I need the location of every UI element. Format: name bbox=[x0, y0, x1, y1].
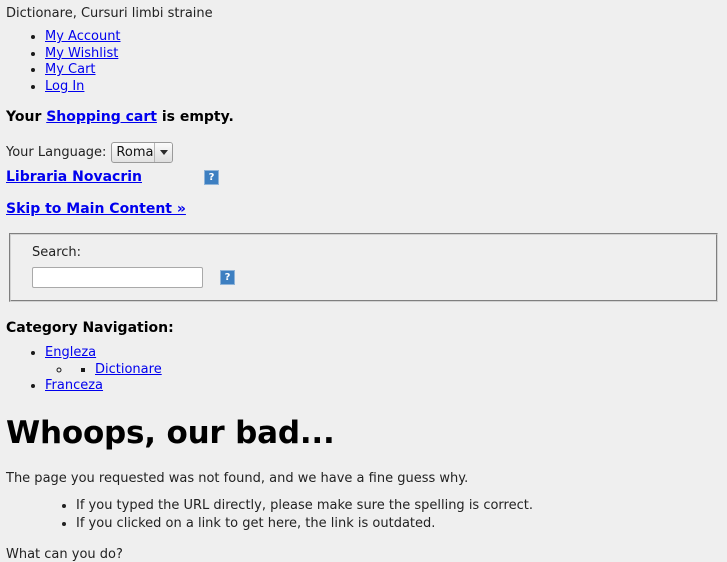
language-select-wrapper: Romana bbox=[111, 141, 174, 163]
category-navigation-list: Engleza Dictionare Franceza bbox=[0, 345, 727, 395]
broken-image-icon bbox=[220, 270, 235, 285]
cart-summary: Your Shopping cart is empty. bbox=[6, 109, 727, 125]
link-category-franceza[interactable]: Franceza bbox=[45, 378, 103, 393]
search-label: Search: bbox=[32, 245, 82, 260]
category-navigation-heading: Category Navigation: bbox=[6, 320, 174, 336]
page-title: Whoops, our bad... bbox=[6, 414, 335, 451]
cart-suffix-text: is empty. bbox=[161, 109, 234, 125]
category-subitem-empty: Dictionare bbox=[71, 362, 727, 379]
link-skip-to-main-content[interactable]: Skip to Main Content » bbox=[6, 201, 186, 217]
link-category-dictionare[interactable]: Dictionare bbox=[95, 362, 162, 377]
search-input[interactable] bbox=[32, 267, 203, 288]
store-logo-row: Libraria Novacrin bbox=[6, 169, 727, 185]
store-logo-label: Libraria Novacrin bbox=[6, 169, 142, 185]
category-item-franceza: Franceza bbox=[45, 378, 727, 395]
search-submit-button[interactable] bbox=[220, 270, 235, 285]
error-reasons-list: If you typed the URL directly, please ma… bbox=[0, 497, 727, 533]
link-log-in[interactable]: Log In bbox=[45, 79, 84, 94]
category-item-engleza: Engleza Dictionare bbox=[45, 345, 727, 378]
category-item-dictionare: Dictionare bbox=[95, 362, 162, 379]
skip-link-row: Skip to Main Content » bbox=[6, 201, 727, 217]
list-item: Log In bbox=[45, 79, 727, 96]
link-category-engleza[interactable]: Engleza bbox=[45, 345, 96, 360]
what-can-you-do-text: What can you do? bbox=[6, 546, 123, 562]
search-row bbox=[32, 267, 706, 288]
language-select[interactable]: Romana bbox=[111, 141, 174, 163]
link-my-cart[interactable]: My Cart bbox=[45, 62, 96, 77]
list-item: My Wishlist bbox=[45, 46, 727, 63]
category-subsublist: Dictionare bbox=[71, 362, 162, 379]
page-root: Dictionare, Cursuri limbi straine My Acc… bbox=[0, 0, 727, 562]
link-store-logo[interactable]: Libraria Novacrin bbox=[6, 169, 271, 185]
search-panel: Search: bbox=[9, 233, 718, 302]
link-shopping-cart[interactable]: Shopping cart bbox=[46, 109, 157, 125]
error-intro-text: The page you requested was not found, an… bbox=[6, 470, 469, 486]
broken-image-icon bbox=[204, 169, 219, 185]
link-my-account[interactable]: My Account bbox=[45, 29, 121, 44]
site-tagline: Dictionare, Cursuri limbi straine bbox=[6, 6, 213, 21]
category-sublist: Dictionare bbox=[45, 362, 727, 379]
account-links-list: My Account My Wishlist My Cart Log In bbox=[0, 29, 727, 95]
list-item: If you typed the URL directly, please ma… bbox=[76, 497, 727, 515]
link-my-wishlist[interactable]: My Wishlist bbox=[45, 46, 118, 61]
list-item: My Cart bbox=[45, 62, 727, 79]
list-item: If you clicked on a link to get here, th… bbox=[76, 515, 727, 533]
language-selector-row: Your Language: Romana bbox=[6, 141, 727, 163]
language-label: Your Language: bbox=[6, 144, 107, 160]
list-item: My Account bbox=[45, 29, 727, 46]
cart-prefix-text: Your bbox=[6, 109, 42, 125]
